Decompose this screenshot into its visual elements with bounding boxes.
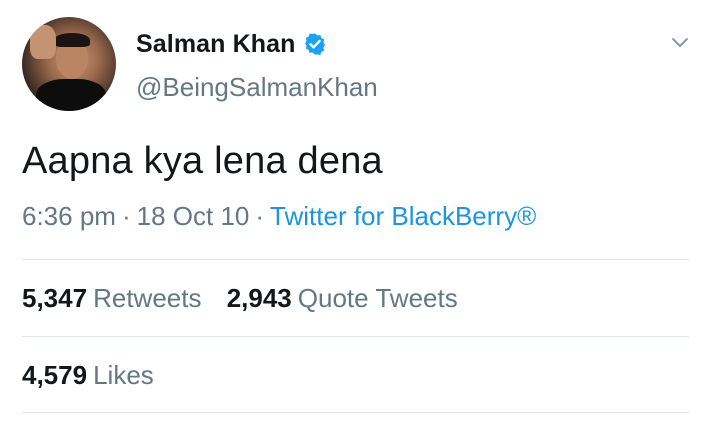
tweet-text: Aapna kya lena dena [22,140,383,182]
meta-separator: · [121,201,131,231]
tweet-source-link[interactable]: Twitter for BlackBerry® [270,201,536,231]
avatar-shirt [36,79,106,111]
retweets-count: 5,347 [22,283,88,313]
quote-tweets-label: Quote Tweets [297,283,458,313]
display-name[interactable]: Salman Khan [136,30,295,59]
user-handle[interactable]: @BeingSalmanKhan [136,72,378,103]
avatar-hand [30,25,56,59]
likes-count: 4,579 [22,360,88,390]
retweets-label: Retweets [93,283,202,313]
divider [22,412,689,413]
meta-separator: · [255,201,265,231]
avatar-hair [54,33,90,47]
avatar[interactable] [22,17,116,111]
tweet-date[interactable]: 18 Oct 10 [137,201,250,231]
tweet-meta: 6:36 pm · 18 Oct 10 · Twitter for BlackBerry… [22,201,536,232]
tweet-time[interactable]: 6:36 pm [22,201,116,231]
verified-badge-icon [303,32,327,56]
divider [22,336,689,337]
quote-tweets-count: 2,943 [226,283,292,313]
likes-label: Likes [93,360,154,390]
tweet-card: Salman Khan @BeingSalmanKhan Aapna kya l… [0,0,711,431]
quote-tweets-stat[interactable]: 2,943 Quote Tweets [227,283,458,314]
likes-stats-row: 4,579 Likes [22,360,172,391]
divider [22,259,689,260]
engagement-stats-row: 5,347 Retweets 2,943 Quote Tweets [22,283,476,314]
retweets-stat[interactable]: 5,347 Retweets [22,283,201,314]
name-row: Salman Khan [136,28,327,60]
chevron-down-icon[interactable] [670,35,690,51]
likes-stat[interactable]: 4,579 Likes [22,360,154,391]
